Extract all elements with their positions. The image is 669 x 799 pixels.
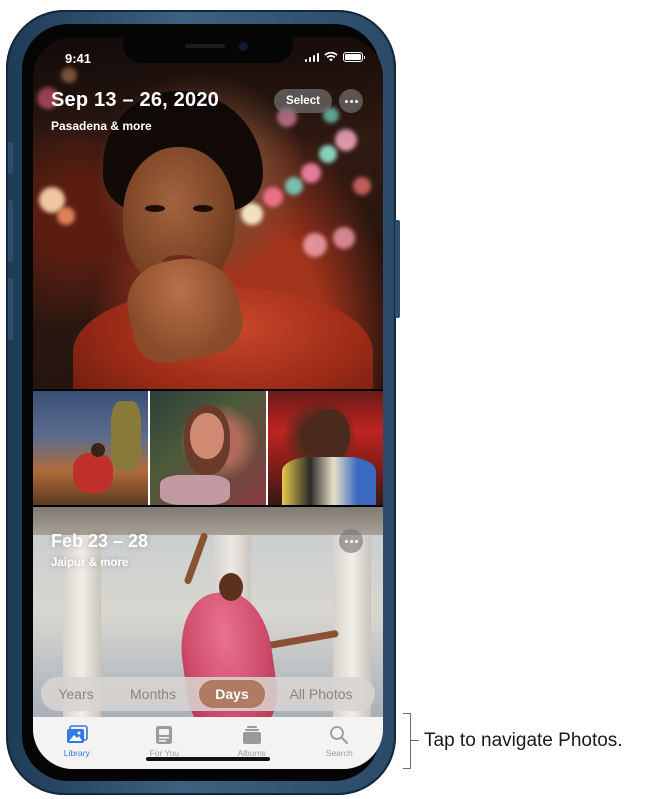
subject-eye	[193, 205, 213, 212]
tab-albums[interactable]: Albums	[217, 725, 287, 758]
library-icon	[66, 725, 88, 743]
callout-text: Tap to navigate Photos.	[424, 730, 623, 751]
volume-up-button	[8, 200, 13, 262]
ellipsis-icon[interactable]	[339, 89, 363, 113]
segment-years[interactable]: Years	[45, 680, 107, 708]
memory-date-title: Sep 13 – 26, 2020	[51, 89, 219, 111]
status-bar: 9:41	[33, 37, 383, 81]
for-you-icon	[156, 726, 173, 744]
tab-for-you[interactable]: For You	[129, 725, 199, 758]
mute-switch	[8, 142, 13, 174]
side-button	[395, 220, 400, 318]
volume-down-button	[8, 278, 13, 340]
tab-bar: Library For You Albums Search	[33, 717, 383, 769]
notch	[123, 37, 293, 63]
subject-eye	[145, 205, 165, 212]
callout-leader	[411, 740, 419, 741]
photos-screen: Sep 13 – 26, 2020 Pasadena & more Select…	[33, 37, 383, 769]
photo-thumbnail[interactable]	[150, 391, 266, 505]
home-indicator[interactable]	[146, 757, 270, 761]
select-button[interactable]: Select	[274, 89, 332, 113]
battery-icon	[343, 52, 365, 62]
albums-icon	[242, 726, 261, 744]
photo-thumbnail[interactable]	[267, 391, 383, 505]
iphone-device: Sep 13 – 26, 2020 Pasadena & more Select…	[6, 10, 400, 795]
memory-location: Pasadena & more	[51, 119, 152, 133]
view-segmented-control: Years Months Days All Photos	[41, 677, 375, 711]
dancer-figure	[173, 586, 283, 738]
signal-icon	[304, 52, 319, 62]
segment-all-photos[interactable]: All Photos	[271, 680, 371, 708]
photo-thumbnail-strip	[33, 391, 383, 505]
photo-thumbnail[interactable]	[33, 391, 149, 505]
segment-months[interactable]: Months	[113, 680, 193, 708]
front-camera	[239, 42, 248, 51]
callout-bracket	[403, 713, 411, 769]
wifi-icon	[324, 52, 338, 62]
status-time: 9:41	[65, 51, 92, 66]
tab-search[interactable]: Search	[304, 725, 374, 758]
tab-library[interactable]: Library	[42, 725, 112, 758]
segment-days[interactable]: Days	[199, 680, 265, 708]
tab-label: Library	[63, 748, 90, 758]
search-icon	[330, 726, 349, 744]
tab-label: Search	[325, 748, 353, 758]
